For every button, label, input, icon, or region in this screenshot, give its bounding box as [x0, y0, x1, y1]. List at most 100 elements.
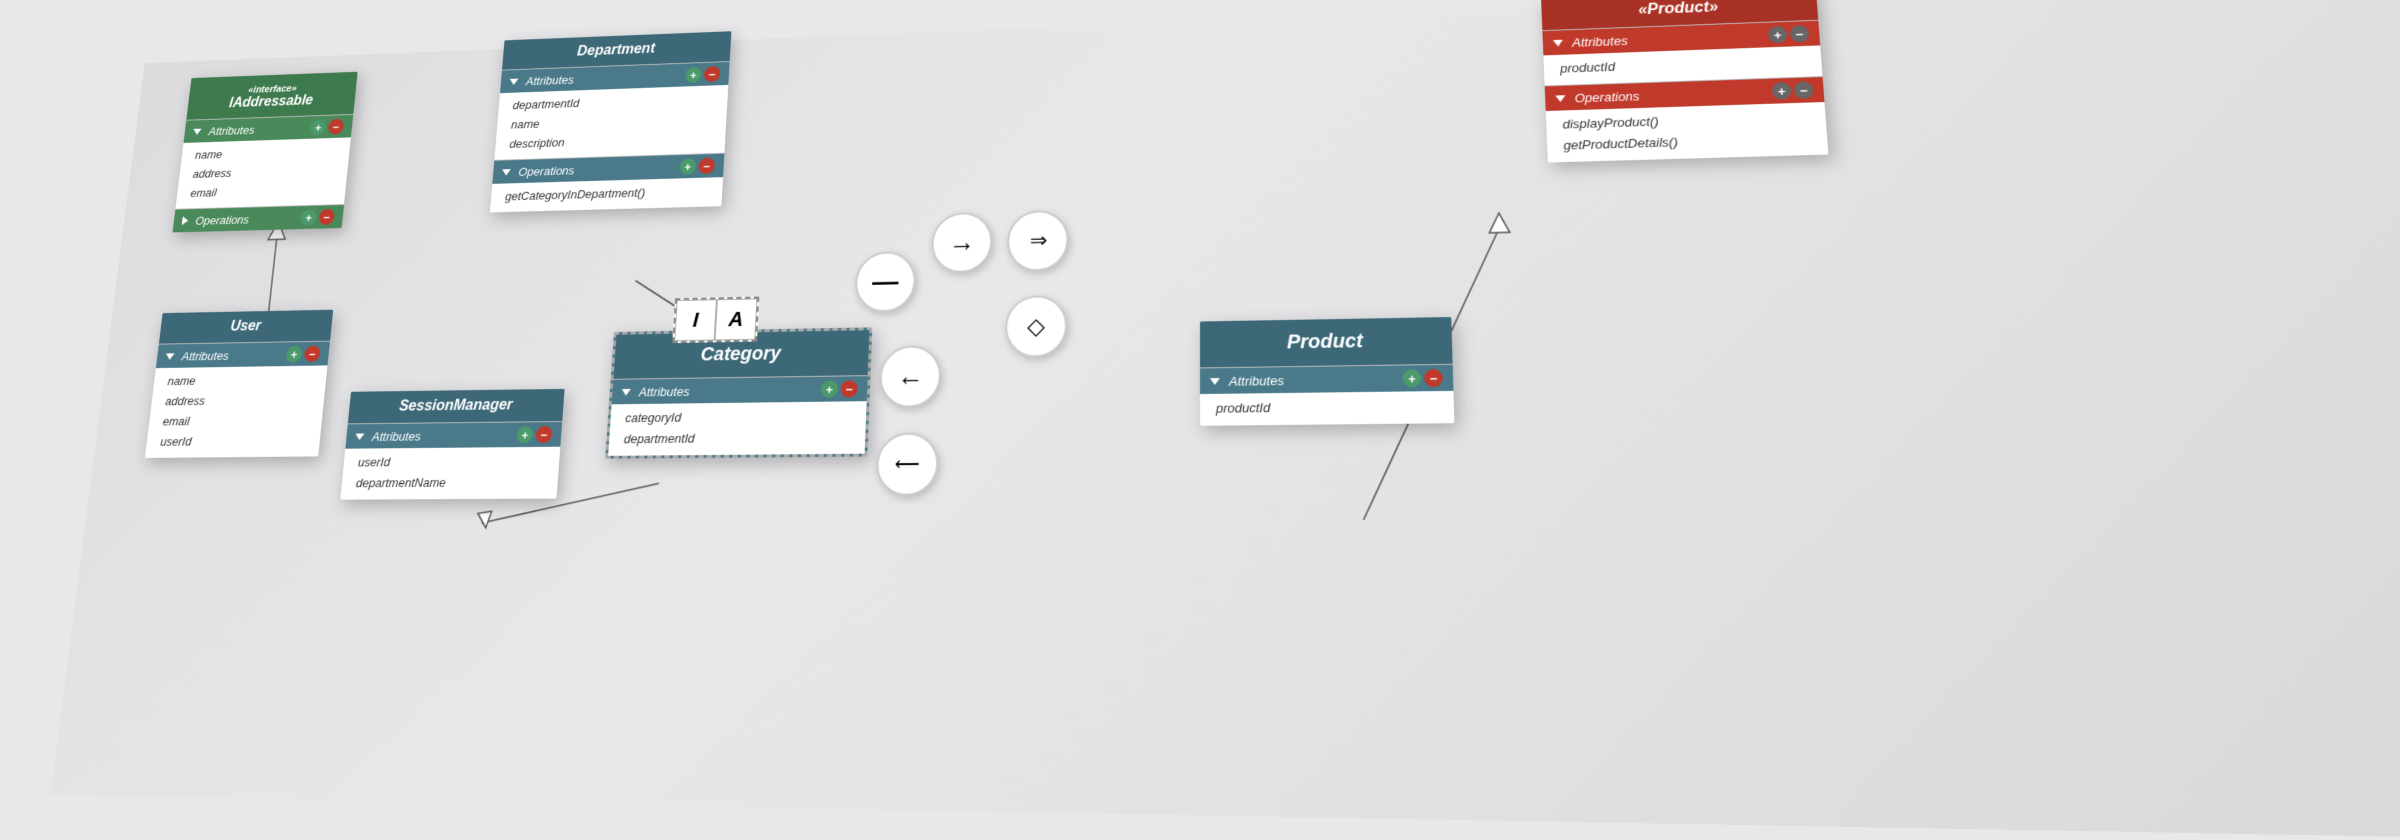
department-attributes-body: departmentId name description — [494, 85, 728, 160]
attributes-label: Attributes — [639, 384, 690, 399]
class-category: Category Attributes + − categoryId depar… — [605, 327, 872, 459]
user-attributes-header: Attributes + − — [156, 342, 330, 369]
iaddressable-attributes-section: Attributes + − name address email — [175, 114, 353, 209]
collapse-arrow-icon — [193, 128, 202, 134]
remove-attribute-button[interactable]: − — [1424, 369, 1443, 387]
remove-operation-button[interactable]: − — [1794, 81, 1814, 99]
class-iaddressable-header: «interface» IAddressable — [186, 72, 357, 120]
product-attributes-section: Attributes + − productId — [1200, 364, 1454, 426]
add-attribute-button[interactable]: + — [310, 119, 327, 135]
add-attribute-button[interactable]: + — [820, 380, 838, 398]
class-session-manager-name: SessionManager — [398, 397, 513, 414]
product-attributes-header: Attributes + − — [1200, 365, 1453, 394]
tool-arrow-left[interactable]: ← — [879, 345, 942, 408]
expand-arrow-icon — [182, 217, 189, 226]
attributes-label: Attributes — [371, 429, 421, 444]
diagram-canvas: «interface» IAddressable Attributes + − … — [50, 0, 2400, 840]
tool-dashed-arrow-left[interactable]: ⟵ — [875, 432, 939, 495]
operations-label: Operations — [1574, 89, 1640, 105]
collapse-arrow-icon — [1555, 95, 1565, 102]
user-attributes-body: name address email userId — [145, 365, 328, 458]
attr-address: address — [164, 390, 311, 412]
add-attribute-button[interactable]: + — [685, 66, 702, 82]
op-getcategoryindepartment: getCategoryInDepartment() — [504, 181, 708, 207]
collapse-arrow-icon — [355, 433, 364, 440]
attr-categoryid: categoryId — [625, 405, 852, 429]
department-attributes-section: Attributes + − departmentId name descrip… — [494, 61, 729, 160]
remove-attribute-button[interactable]: − — [1789, 25, 1809, 43]
iaddressable-operations-header: Operations + − — [173, 205, 344, 232]
attributes-label: Attributes — [1572, 33, 1628, 49]
remove-attribute-button[interactable]: − — [535, 426, 553, 443]
char-I: I — [674, 299, 717, 341]
attributes-label: Attributes — [208, 123, 255, 137]
user-attributes-section: Attributes + − name address email userId — [145, 341, 330, 459]
tool-arrow-right[interactable]: → — [931, 212, 993, 273]
class-department-name: Department — [577, 41, 656, 59]
remove-operation-button[interactable]: − — [698, 158, 715, 175]
class-category-name: Category — [700, 343, 781, 365]
remove-attribute-button[interactable]: − — [704, 66, 721, 82]
attr-email: email — [189, 180, 333, 203]
attr-departmentid: departmentId — [623, 427, 850, 451]
iaddressable-attributes-body: name address email — [175, 137, 351, 209]
session-manager-attributes-section: Attributes + − userId departmentName — [340, 421, 562, 500]
attr-departmentname: departmentName — [355, 472, 544, 494]
add-operation-button[interactable]: + — [1772, 82, 1792, 100]
attr-userid: userId — [159, 431, 307, 453]
char-A: A — [715, 298, 758, 340]
collapse-arrow-icon — [621, 388, 631, 395]
attr-name: name — [167, 369, 314, 391]
add-attribute-button[interactable]: + — [1403, 369, 1422, 387]
class-product-header: Product — [1200, 317, 1453, 367]
collapse-arrow-icon — [1210, 378, 1220, 385]
attr-productid: productId — [1560, 50, 1806, 80]
department-operations-section: Operations + − getCategoryInDepartment() — [490, 153, 725, 213]
add-operation-button[interactable]: + — [679, 158, 696, 175]
category-attributes-body: categoryId departmentId — [608, 401, 867, 456]
collapse-arrow-icon — [502, 169, 511, 175]
product-red-operations-section: Operations + − displayProduct() getProdu… — [1545, 76, 1829, 163]
category-attributes-header: Attributes + − — [612, 376, 868, 404]
operations-label: Operations — [518, 163, 575, 178]
class-product-name: Product — [1287, 330, 1363, 353]
remove-attribute-button[interactable]: − — [328, 119, 345, 135]
category-attributes-section: Attributes + − categoryId departmentId — [608, 375, 868, 456]
class-user-header: User — [159, 310, 333, 344]
class-user: User Attributes + − name address email u… — [145, 310, 333, 459]
add-operation-button[interactable]: + — [300, 209, 317, 225]
product-red-attributes-section: Attributes + − productId — [1542, 20, 1822, 86]
collapse-arrow-icon — [165, 353, 174, 359]
attr-userid: userId — [357, 451, 545, 474]
session-manager-attributes-header: Attributes + − — [345, 422, 562, 449]
add-attribute-button[interactable]: + — [1768, 26, 1788, 44]
class-user-name: User — [230, 318, 262, 334]
attr-email: email — [162, 410, 309, 432]
attributes-label: Attributes — [525, 73, 574, 88]
product-attributes-body: productId — [1200, 391, 1454, 426]
operations-label: Operations — [195, 213, 250, 228]
class-department: Department Attributes + − departmentId n… — [490, 31, 732, 213]
tool-diamond[interactable]: ◇ — [1005, 295, 1068, 358]
remove-operation-button[interactable]: − — [318, 209, 335, 225]
tool-dashed-arrow[interactable]: ⇒ — [1007, 210, 1069, 272]
class-product: Product Attributes + − productId — [1200, 317, 1454, 426]
class-session-manager-header: SessionManager — [348, 389, 565, 424]
class-iaddressable: «interface» IAddressable Attributes + − … — [173, 72, 358, 233]
attributes-label: Attributes — [181, 348, 229, 362]
class-product-red: «Product» Attributes + − productId — [1541, 0, 1828, 163]
attr-productid: productId — [1216, 395, 1438, 420]
collapse-arrow-icon — [1553, 39, 1563, 46]
class-session-manager: SessionManager Attributes + − userId dep… — [340, 389, 564, 500]
product-red-operations-body: displayProduct() getProductDetails() — [1546, 102, 1829, 163]
class-product-red-name: «Product» — [1638, 0, 1719, 18]
text-input-box[interactable]: I A — [672, 297, 759, 344]
add-attribute-button[interactable]: + — [516, 426, 534, 443]
remove-attribute-button[interactable]: − — [304, 345, 321, 362]
attributes-label: Attributes — [1229, 373, 1284, 389]
remove-attribute-button[interactable]: − — [840, 380, 858, 398]
tool-line[interactable]: — — [854, 251, 916, 312]
add-attribute-button[interactable]: + — [285, 346, 302, 363]
session-manager-attributes-body: userId departmentName — [340, 447, 560, 500]
iaddressable-operations-section: Operations + − — [173, 204, 345, 232]
